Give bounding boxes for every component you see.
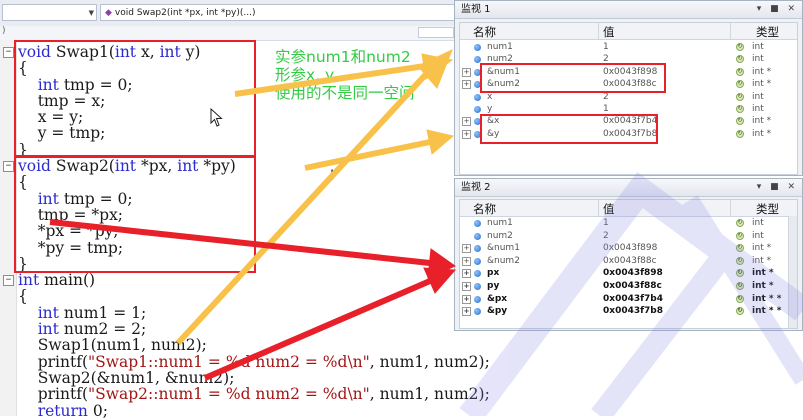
yellow-arrow-line xyxy=(234,63,426,97)
red-arrow-line xyxy=(49,219,431,266)
yellow-arrows xyxy=(175,49,455,346)
arrow-overlay xyxy=(49,49,803,416)
red-arrows xyxy=(49,219,457,381)
yellow-arrow-line xyxy=(304,139,431,171)
yellow-arrow-line xyxy=(175,69,431,346)
watermark-graphic xyxy=(459,171,803,416)
yellow-arrow-head xyxy=(426,129,455,155)
red-arrow-line xyxy=(203,278,432,381)
